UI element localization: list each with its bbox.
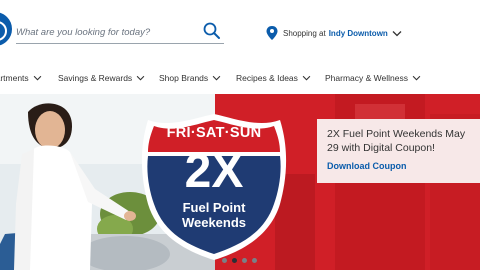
carousel-dot[interactable] (252, 258, 257, 263)
chevron-down-icon (392, 30, 402, 36)
store-selector[interactable]: Shopping at Indy Downtown (265, 24, 402, 42)
brand-logo[interactable] (0, 12, 12, 46)
promo-title: 2X Fuel Point Weekends May 29 with Digit… (327, 128, 466, 154)
nav-item-label: Pharmacy & Wellness (325, 73, 408, 83)
chevron-down-icon (302, 75, 311, 81)
chevron-down-icon (33, 75, 41, 81)
nav-item-label: Savings & Rewards (58, 73, 133, 83)
nav-item-shop-brands[interactable]: Shop Brands (159, 73, 221, 83)
download-coupon-link[interactable]: Download Coupon (327, 161, 477, 171)
shield-line1-text: Fuel Point (182, 200, 246, 215)
shield-days-text: FRI·SAT·SUN (166, 125, 262, 141)
store-prefix: Shopping at (283, 28, 326, 38)
carousel-dot[interactable] (222, 258, 227, 263)
nav-item-departments[interactable]: Departments (0, 73, 42, 83)
shield-line2-text: Weekends (181, 215, 247, 230)
chevron-down-icon (412, 75, 421, 81)
nav-item-pharmacy-wellness[interactable]: Pharmacy & Wellness (325, 73, 421, 83)
chevron-down-icon (212, 75, 221, 81)
shield-multiplier-text: 2X (184, 145, 244, 198)
main-nav: Departments Savings & Rewards Shop Brand… (0, 64, 480, 94)
site-header: Shopping at Indy Downtown (0, 0, 480, 60)
carousel-dots (222, 258, 262, 263)
nav-item-label: Departments (0, 73, 29, 83)
search-icon (203, 22, 220, 39)
nav-item-savings-rewards[interactable]: Savings & Rewards (58, 73, 145, 83)
promo-card: 2X Fuel Point Weekends May 29 with Digit… (317, 119, 480, 183)
carousel-dot[interactable] (242, 258, 247, 263)
carousel-dot-active[interactable] (232, 258, 237, 263)
search-bar (16, 20, 224, 44)
chevron-down-icon (136, 75, 145, 81)
search-input[interactable] (16, 24, 196, 40)
nav-item-label: Recipes & Ideas (236, 73, 298, 83)
nav-item-recipes-ideas[interactable]: Recipes & Ideas (236, 73, 311, 83)
search-button[interactable] (202, 21, 222, 41)
nav-item-label: Shop Brands (159, 73, 209, 83)
location-pin-icon (266, 26, 278, 40)
store-location[interactable]: Indy Downtown (329, 29, 388, 38)
